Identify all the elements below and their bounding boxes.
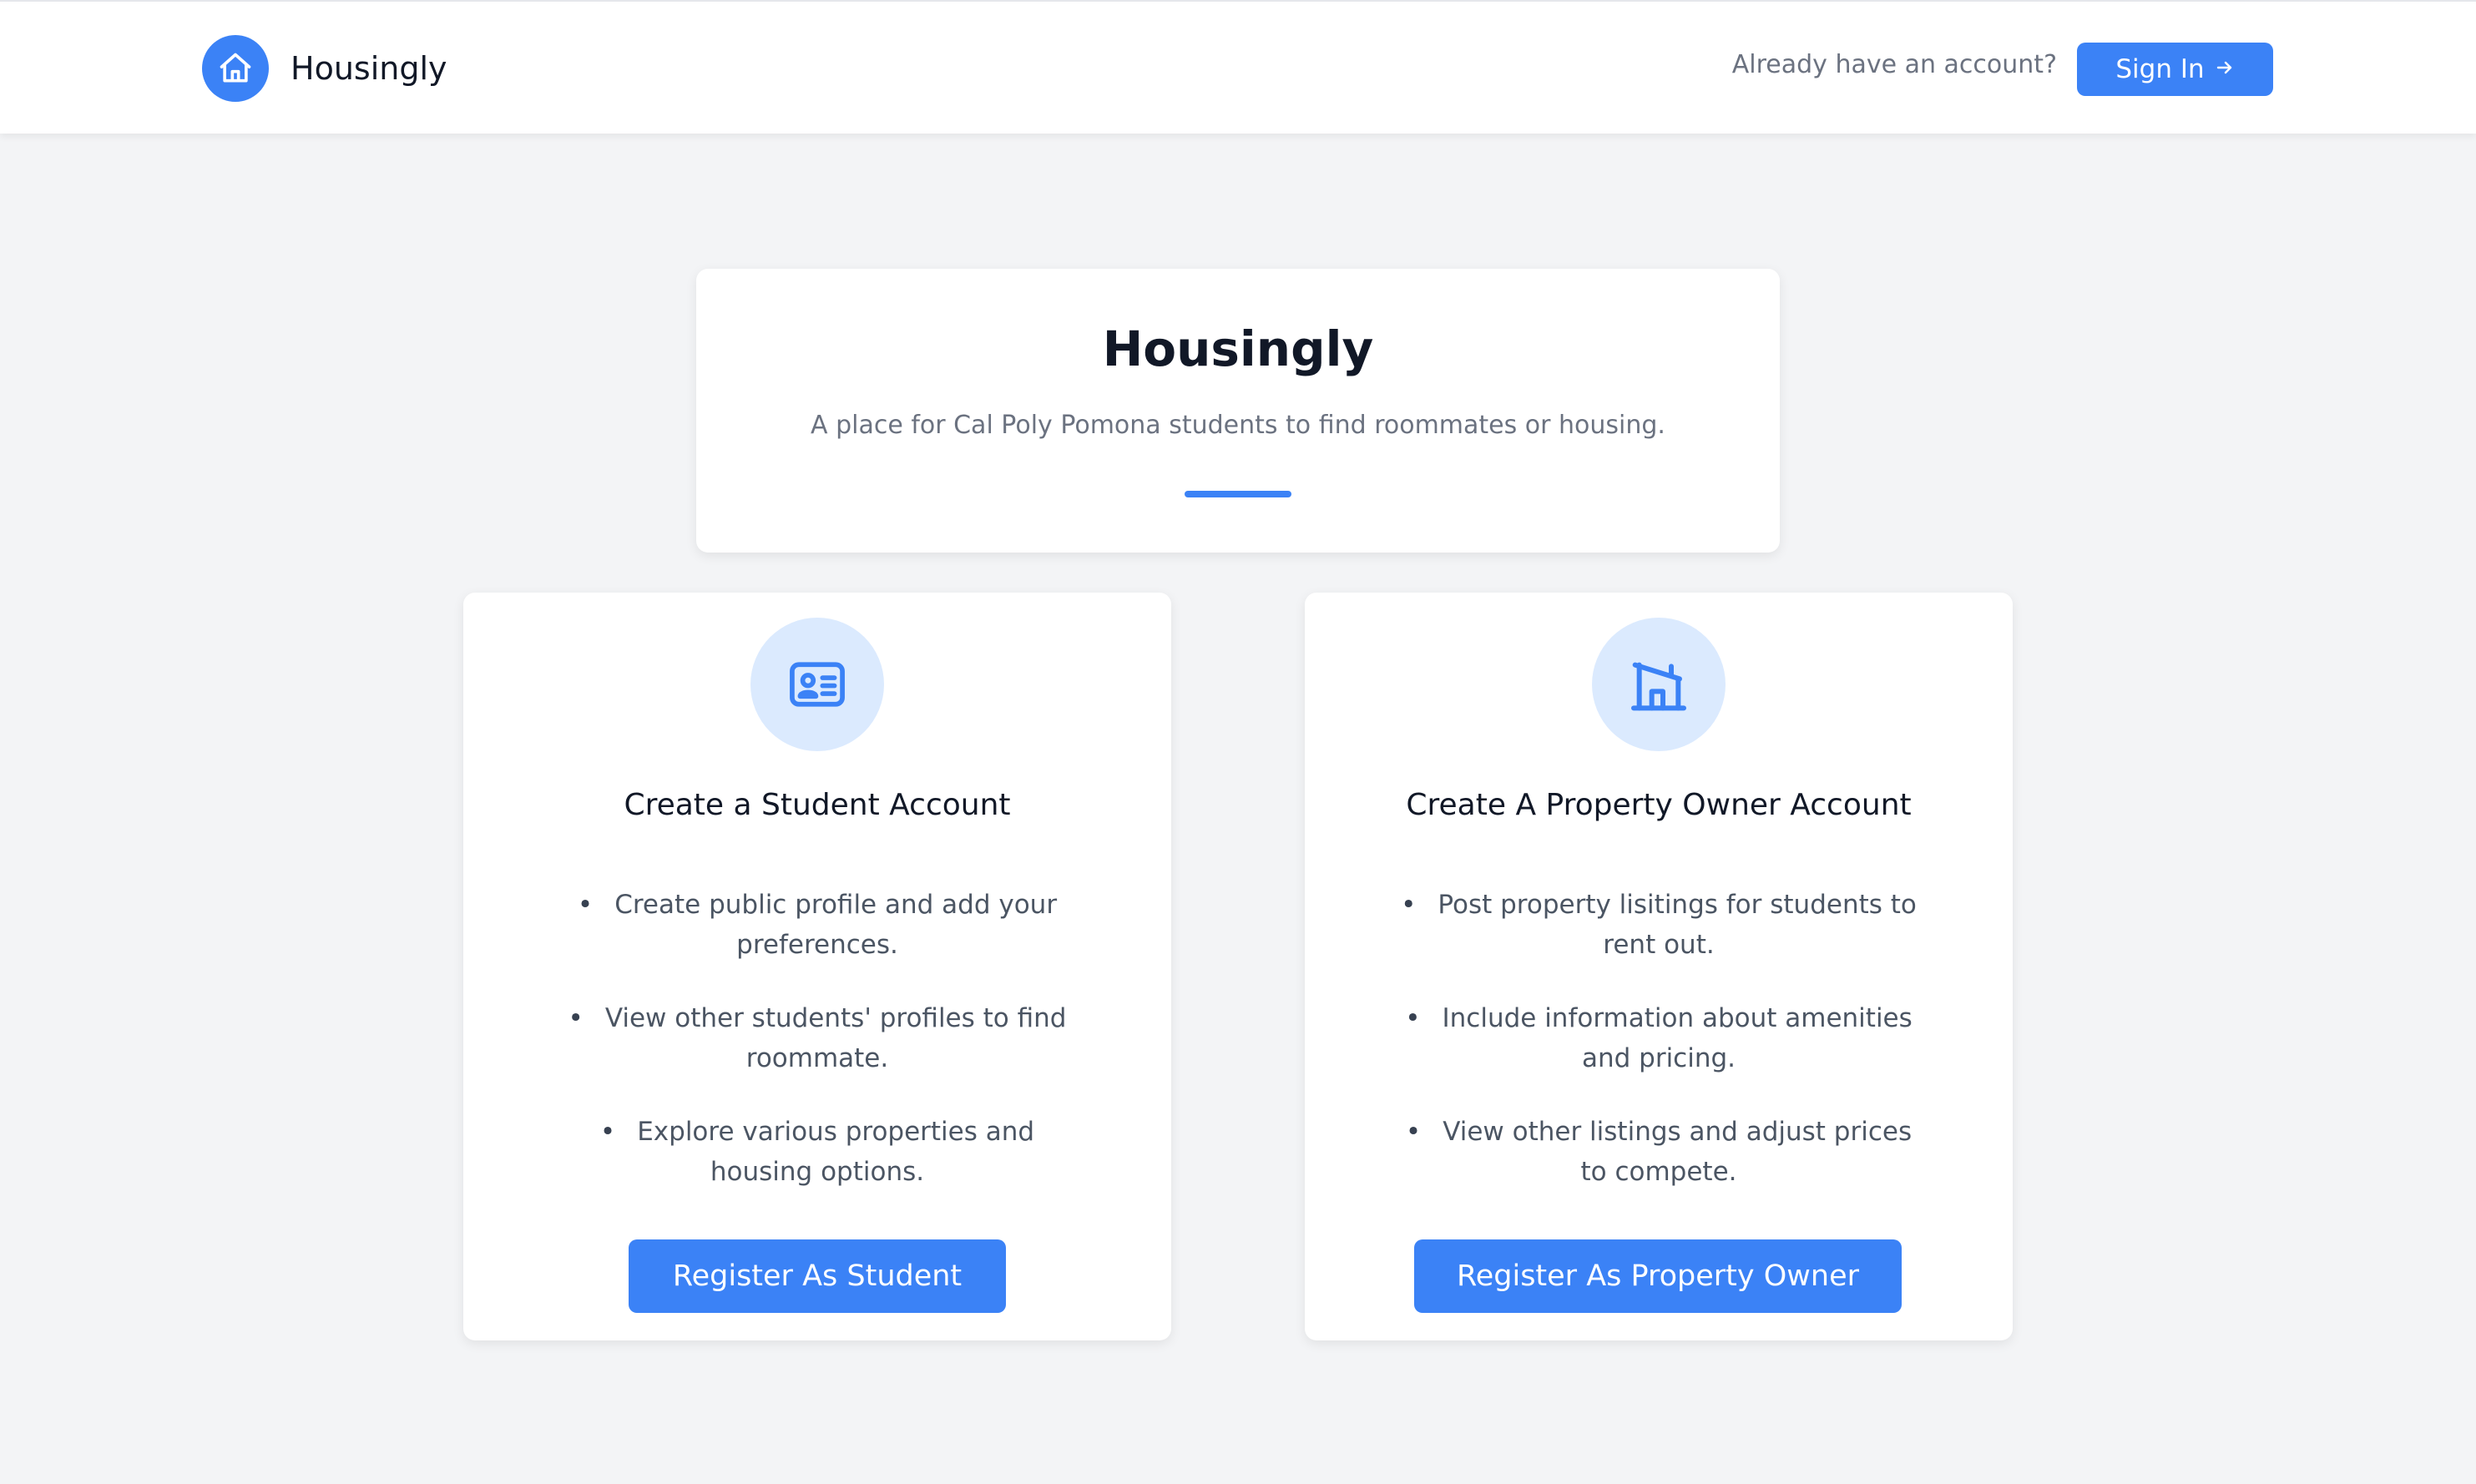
building-icon — [1592, 618, 1726, 751]
brand-name: Housingly — [291, 50, 447, 87]
list-item: Create public profile and add your prefe… — [550, 885, 1084, 965]
account-prompt: Already have an account? — [1731, 50, 2057, 79]
student-account-card: Create a Student Account Create public p… — [463, 593, 1171, 1340]
register-student-button[interactable]: Register As Student — [629, 1239, 1006, 1313]
register-property-owner-button[interactable]: Register As Property Owner — [1414, 1239, 1902, 1313]
sign-in-button[interactable]: Sign In — [2077, 43, 2273, 96]
list-item: Post property lisitings for students to … — [1392, 885, 1926, 965]
house-icon — [202, 35, 269, 102]
list-item: View other listings and adjust prices to… — [1392, 1112, 1926, 1192]
list-item: Explore various properties and housing o… — [550, 1112, 1084, 1192]
sign-in-label: Sign In — [2115, 54, 2205, 84]
brand[interactable]: Housingly — [202, 35, 447, 102]
student-card-title: Create a Student Account — [624, 788, 1011, 822]
hero-card: Housingly A place for Cal Poly Pomona st… — [696, 269, 1780, 553]
property-owner-account-card: Create A Property Owner Account Post pro… — [1305, 593, 2013, 1340]
page-title: Housingly — [1102, 321, 1374, 377]
hero-divider — [1185, 491, 1291, 497]
page-subtitle: A place for Cal Poly Pomona students to … — [811, 411, 1665, 440]
list-item: View other students' profiles to find ro… — [550, 998, 1084, 1078]
student-features-list: Create public profile and add your prefe… — [463, 885, 1171, 1225]
top-navbar: Housingly Already have an account? Sign … — [0, 0, 2476, 134]
arrow-right-icon — [2215, 54, 2235, 84]
owner-card-title: Create A Property Owner Account — [1406, 788, 1912, 822]
id-card-icon — [750, 618, 884, 751]
owner-features-list: Post property lisitings for students to … — [1305, 885, 2013, 1225]
list-item: Include information about amenities and … — [1392, 998, 1926, 1078]
